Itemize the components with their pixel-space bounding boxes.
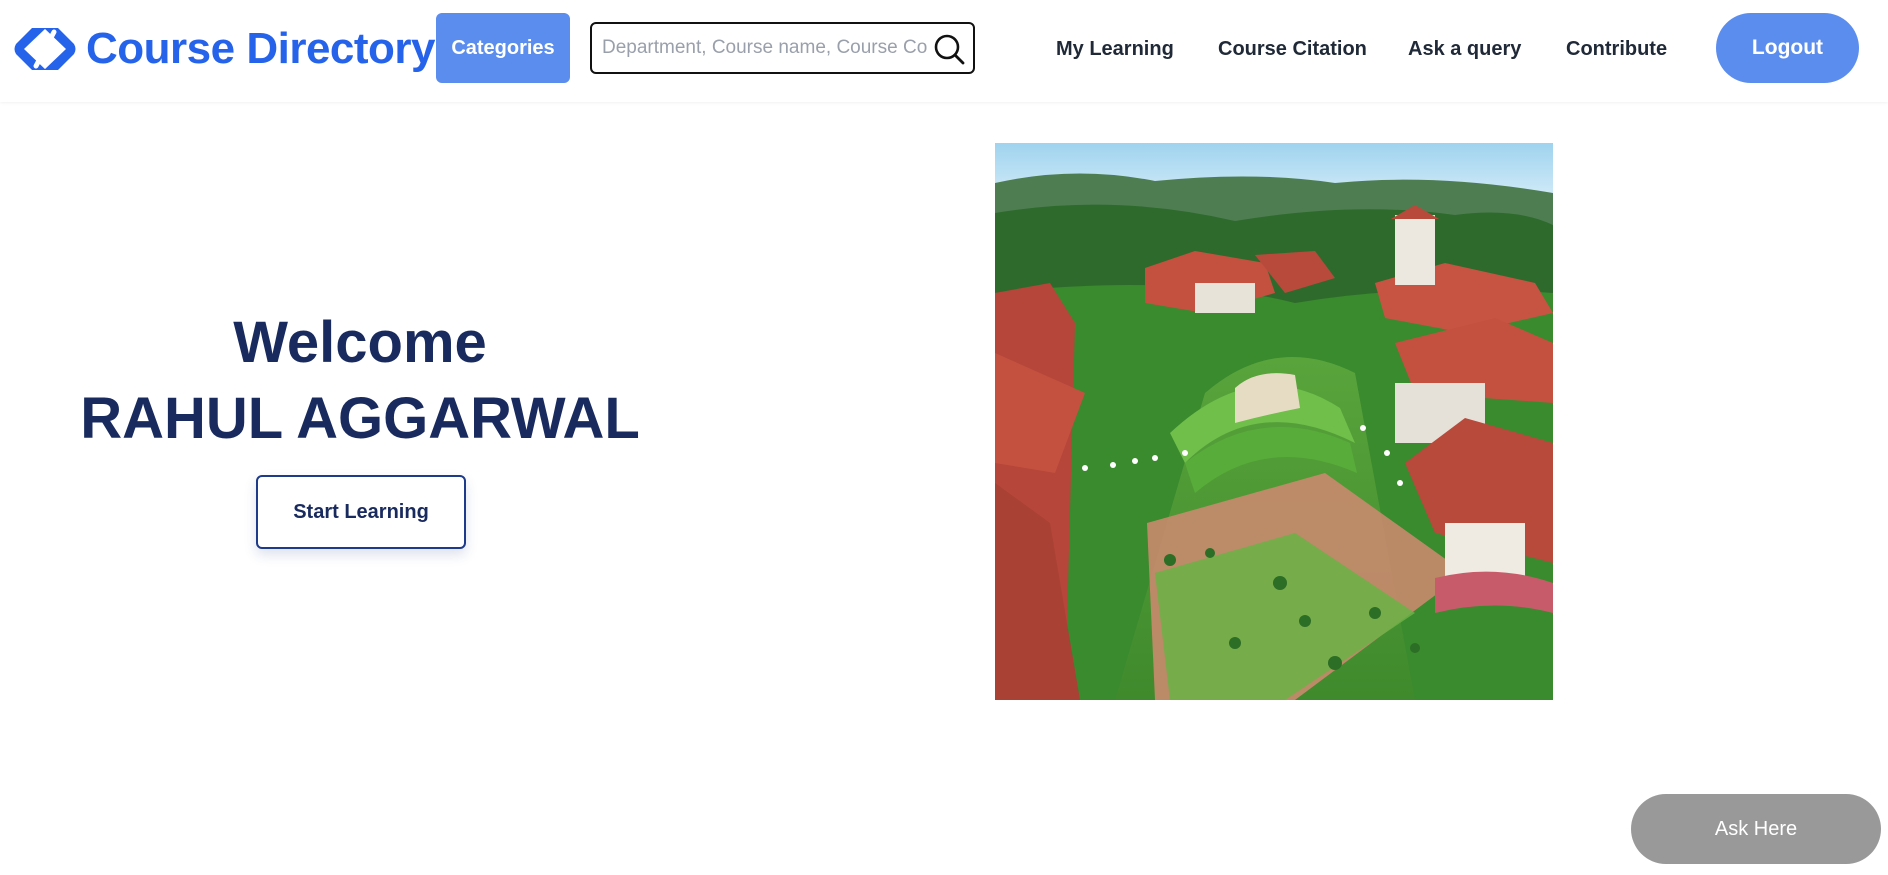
chevron-logo-icon	[14, 28, 76, 70]
search-input[interactable]	[602, 24, 928, 72]
welcome-heading: Welcome	[233, 310, 487, 375]
nav-my-learning[interactable]: My Learning	[1056, 36, 1174, 62]
brand-home-link[interactable]: Course Directory	[14, 24, 436, 74]
nav-contribute[interactable]: Contribute	[1566, 36, 1667, 62]
search-box	[590, 22, 975, 74]
search-icon[interactable]	[933, 33, 965, 65]
ask-here-button[interactable]: Ask Here	[1631, 794, 1881, 864]
user-name-heading: RAHUL AGGARWAL	[80, 386, 640, 451]
logout-button[interactable]: Logout	[1716, 13, 1859, 83]
start-learning-button[interactable]: Start Learning	[256, 475, 466, 549]
nav-ask-a-query[interactable]: Ask a query	[1408, 36, 1521, 62]
welcome-block: Welcome RAHUL AGGARWAL	[60, 305, 660, 457]
nav-course-citation[interactable]: Course Citation	[1218, 36, 1367, 62]
brand-title: Course Directory	[86, 24, 436, 73]
top-navbar: Course Directory Categories My Learning …	[0, 0, 1888, 102]
categories-button[interactable]: Categories	[436, 13, 570, 83]
campus-photo	[995, 143, 1553, 700]
